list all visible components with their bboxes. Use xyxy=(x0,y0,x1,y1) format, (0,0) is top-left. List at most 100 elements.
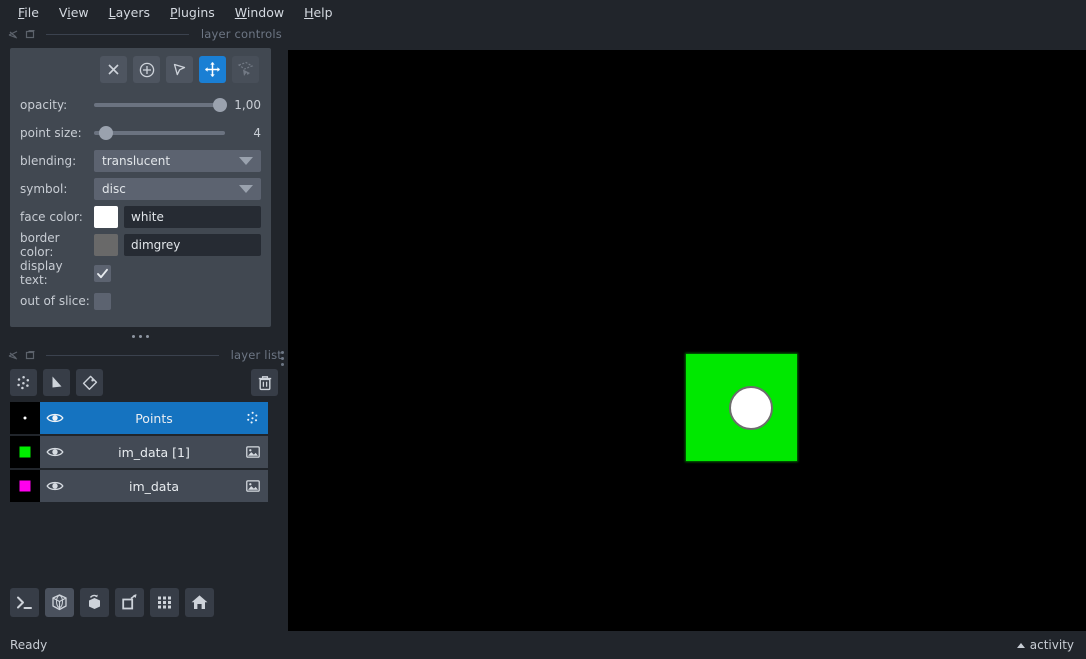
float-dock-icon[interactable] xyxy=(8,346,19,365)
opacity-slider-handle[interactable] xyxy=(212,98,227,112)
point-size-slider-handle[interactable] xyxy=(98,126,113,140)
menu-file[interactable]: File xyxy=(8,3,49,22)
layer-row-im-data-1[interactable]: im_data [1] xyxy=(10,436,268,468)
out-of-slice-checkbox[interactable] xyxy=(94,292,111,310)
viewer-canvas[interactable] xyxy=(288,50,1086,631)
menu-plugins[interactable]: Plugins xyxy=(160,3,225,22)
menu-help-rest: elp xyxy=(313,4,333,20)
transform-button[interactable] xyxy=(232,56,259,83)
layer-rows: Points im_data [1] im_data xyxy=(0,402,288,502)
new-shapes-button[interactable] xyxy=(43,369,70,396)
layer-list-titlebar: layer list xyxy=(0,345,288,365)
left-dock: layer controls opacity: 1,00 point size:… xyxy=(0,24,288,631)
menu-layers-mnemonic: L xyxy=(108,4,116,20)
point-size-slider[interactable] xyxy=(94,121,225,145)
layer-thumbnail-points xyxy=(10,402,40,434)
console-button[interactable] xyxy=(10,588,39,617)
opacity-slider-groove xyxy=(94,103,225,107)
pan-zoom-button[interactable] xyxy=(199,56,226,83)
menu-window-rest: indow xyxy=(246,4,285,20)
home-button[interactable] xyxy=(185,588,214,617)
float-dock-icon[interactable] xyxy=(8,25,19,44)
layer-controls-titlebar: layer controls xyxy=(0,24,288,44)
titlebar-rule xyxy=(46,354,219,356)
layer-name-points[interactable]: Points xyxy=(70,411,238,426)
new-points-button[interactable] xyxy=(10,369,37,396)
layer-visibility-toggle[interactable] xyxy=(40,479,70,493)
close-dock-icon[interactable] xyxy=(25,25,36,44)
checkmark-icon xyxy=(97,268,108,278)
blending-select[interactable]: translucent xyxy=(94,150,261,172)
close-dock-icon[interactable] xyxy=(25,346,36,365)
face-color-swatch[interactable] xyxy=(94,206,118,228)
delete-selected-points-button[interactable] xyxy=(100,56,127,83)
grid-view-button[interactable] xyxy=(150,588,179,617)
handle-dot xyxy=(281,357,284,360)
out-of-slice-row: out of slice: xyxy=(20,289,261,313)
transpose-dims-button[interactable] xyxy=(115,588,144,617)
delete-layer-button[interactable] xyxy=(251,369,278,396)
face-color-input[interactable]: white xyxy=(124,206,261,228)
grid-icon xyxy=(158,596,171,609)
menu-view[interactable]: View xyxy=(49,3,99,22)
menu-window[interactable]: Window xyxy=(225,3,294,22)
opacity-slider[interactable] xyxy=(94,93,227,117)
layer-controls-title: layer controls xyxy=(200,27,282,41)
splitter-dot xyxy=(146,334,149,338)
blending-value: translucent xyxy=(102,154,171,168)
status-bar: Ready activity xyxy=(0,631,1086,659)
canvas-area xyxy=(288,24,1086,631)
tag-icon xyxy=(82,375,97,390)
select-points-button[interactable] xyxy=(166,56,193,83)
dock-splitter-handle[interactable] xyxy=(10,327,271,345)
menu-help[interactable]: Help xyxy=(294,3,343,22)
window-body: layer controls opacity: 1,00 point size:… xyxy=(0,24,1086,631)
layer-type-icon-image xyxy=(238,444,268,460)
caret-up-icon xyxy=(1016,642,1025,648)
ndisplay-toggle-button[interactable] xyxy=(45,588,74,617)
symbol-select[interactable]: disc xyxy=(94,178,261,200)
border-color-row: border color: dimgrey xyxy=(20,231,261,259)
display-text-label: display text: xyxy=(20,259,63,287)
layer-row-im-data[interactable]: im_data xyxy=(10,470,268,502)
blending-label: blending: xyxy=(20,154,77,168)
point-size-slider-groove xyxy=(94,131,225,135)
menu-window-mnemonic: W xyxy=(234,4,247,20)
thumbnail-dot xyxy=(23,416,27,420)
splitter-dot xyxy=(132,334,135,338)
layer-thumbnail-im-data-1 xyxy=(10,436,40,468)
eye-icon xyxy=(46,481,64,491)
face-color-row: face color: white xyxy=(20,205,261,229)
eye-icon xyxy=(46,447,64,457)
layer-visibility-toggle[interactable] xyxy=(40,411,70,425)
display-text-row: display text: xyxy=(20,259,261,287)
display-text-checkbox[interactable] xyxy=(94,264,111,282)
symbol-value: disc xyxy=(102,182,126,196)
point-size-value: 4 xyxy=(253,126,261,140)
points-icon xyxy=(16,375,29,389)
add-points-button[interactable] xyxy=(133,56,160,83)
layer-name-im-data[interactable]: im_data xyxy=(70,479,238,494)
roll-dims-button[interactable] xyxy=(80,588,109,617)
layer-list-drag-handle[interactable] xyxy=(281,351,284,366)
layer-type-icon-image xyxy=(238,478,268,494)
layer-visibility-toggle[interactable] xyxy=(40,445,70,459)
border-color-swatch[interactable] xyxy=(94,234,118,256)
home-icon xyxy=(191,595,208,609)
point-marker[interactable] xyxy=(729,386,773,430)
layer-name-im-data-1[interactable]: im_data [1] xyxy=(70,445,238,460)
transpose-icon xyxy=(122,594,137,610)
points-tool-row xyxy=(20,56,261,83)
border-color-input[interactable]: dimgrey xyxy=(124,234,261,256)
layer-row-points[interactable]: Points xyxy=(10,402,268,434)
menu-plugins-mnemonic: P xyxy=(169,4,178,20)
menu-layers[interactable]: Layers xyxy=(99,3,160,22)
face-color-label: face color: xyxy=(20,210,83,224)
layer-controls-panel: opacity: 1,00 point size: 4 blending: tr… xyxy=(10,48,271,327)
trash-icon xyxy=(258,375,271,390)
titlebar-rule xyxy=(46,33,189,35)
activity-label: activity xyxy=(1029,638,1074,652)
new-labels-button[interactable] xyxy=(76,369,103,396)
left-dock-filler xyxy=(0,504,288,580)
activity-button[interactable]: activity xyxy=(1016,638,1074,652)
